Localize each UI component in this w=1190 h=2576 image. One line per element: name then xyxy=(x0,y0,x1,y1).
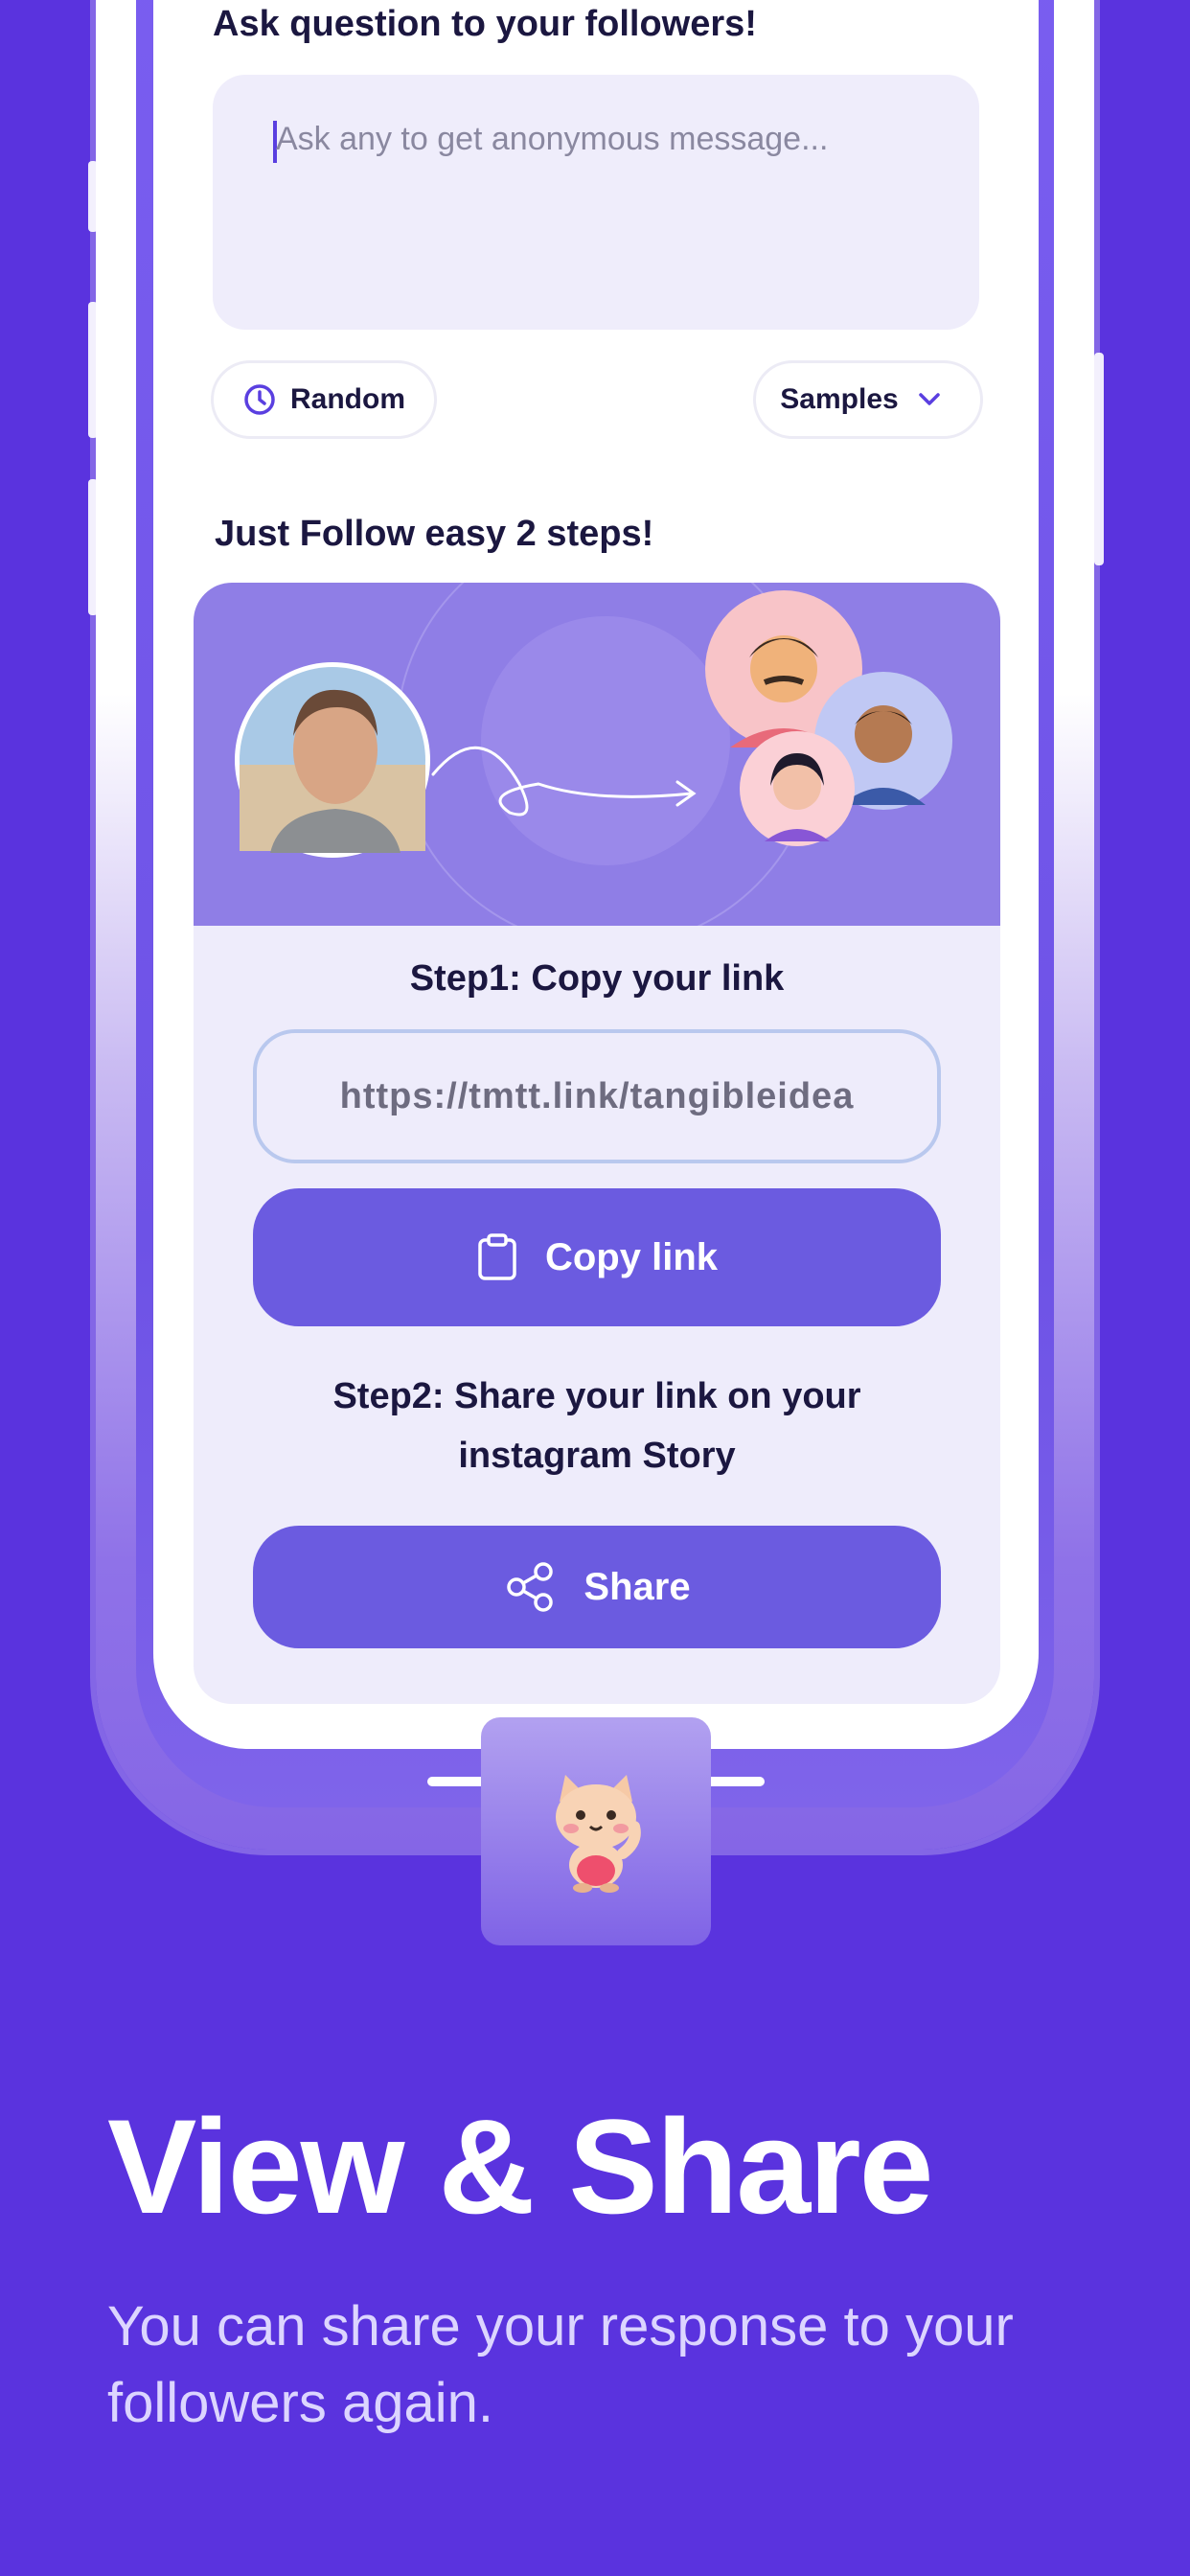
promo-subtext-line1: You can share your response to your xyxy=(107,2295,1014,2358)
ask-heading: Ask question to your followers! xyxy=(213,4,757,44)
phone-side-button xyxy=(88,479,98,615)
clock-icon xyxy=(244,384,275,415)
question-input[interactable]: Ask any to get anonymous message... xyxy=(213,75,979,330)
phone-side-button xyxy=(88,302,98,438)
chevron-down-icon xyxy=(918,393,940,405)
phone-side-button xyxy=(88,161,98,232)
promo-subtext: You can share your response to your foll… xyxy=(107,2288,1123,2442)
promo-headline: View & Share xyxy=(107,2091,934,2242)
steps-illustration xyxy=(194,583,1000,926)
steps-card: Step1: Copy your link https://tmtt.link/… xyxy=(194,583,1000,1704)
copy-link-button[interactable]: Copy link xyxy=(253,1188,941,1326)
steps-heading: Just Follow easy 2 steps! xyxy=(215,514,654,554)
step1-label: Step1: Copy your link xyxy=(409,958,785,999)
question-placeholder: Ask any to get anonymous message... xyxy=(276,121,829,157)
step2-label-line2: instagram Story xyxy=(458,1436,736,1476)
step2-label: Step2: Share your link on your instagram… xyxy=(194,1367,1000,1485)
profile-link-field[interactable]: https://tmtt.link/tangibleidea xyxy=(253,1029,941,1163)
samples-label: Samples xyxy=(780,383,899,415)
random-label: Random xyxy=(290,383,405,415)
copy-link-label: Copy link xyxy=(544,1235,719,1278)
samples-dropdown[interactable]: Samples xyxy=(753,360,983,439)
random-button[interactable]: Random xyxy=(211,360,437,439)
step2-label-line1: Step2: Share your link on your xyxy=(332,1376,861,1416)
share-icon xyxy=(507,1562,554,1612)
phone-side-button xyxy=(1094,353,1104,565)
phone-screen: Ask question to your followers! Ask any … xyxy=(153,0,1039,1749)
promo-subtext-line2: followers again. xyxy=(107,2372,493,2434)
follower-avatar xyxy=(740,731,855,846)
clipboard-icon xyxy=(478,1233,516,1280)
mascot-icon xyxy=(556,1775,641,1893)
mascot-tile xyxy=(481,1717,711,1945)
user-avatar xyxy=(235,662,430,858)
share-label: Share xyxy=(584,1565,691,1608)
share-illustration xyxy=(235,583,952,926)
share-button[interactable]: Share xyxy=(253,1526,941,1648)
